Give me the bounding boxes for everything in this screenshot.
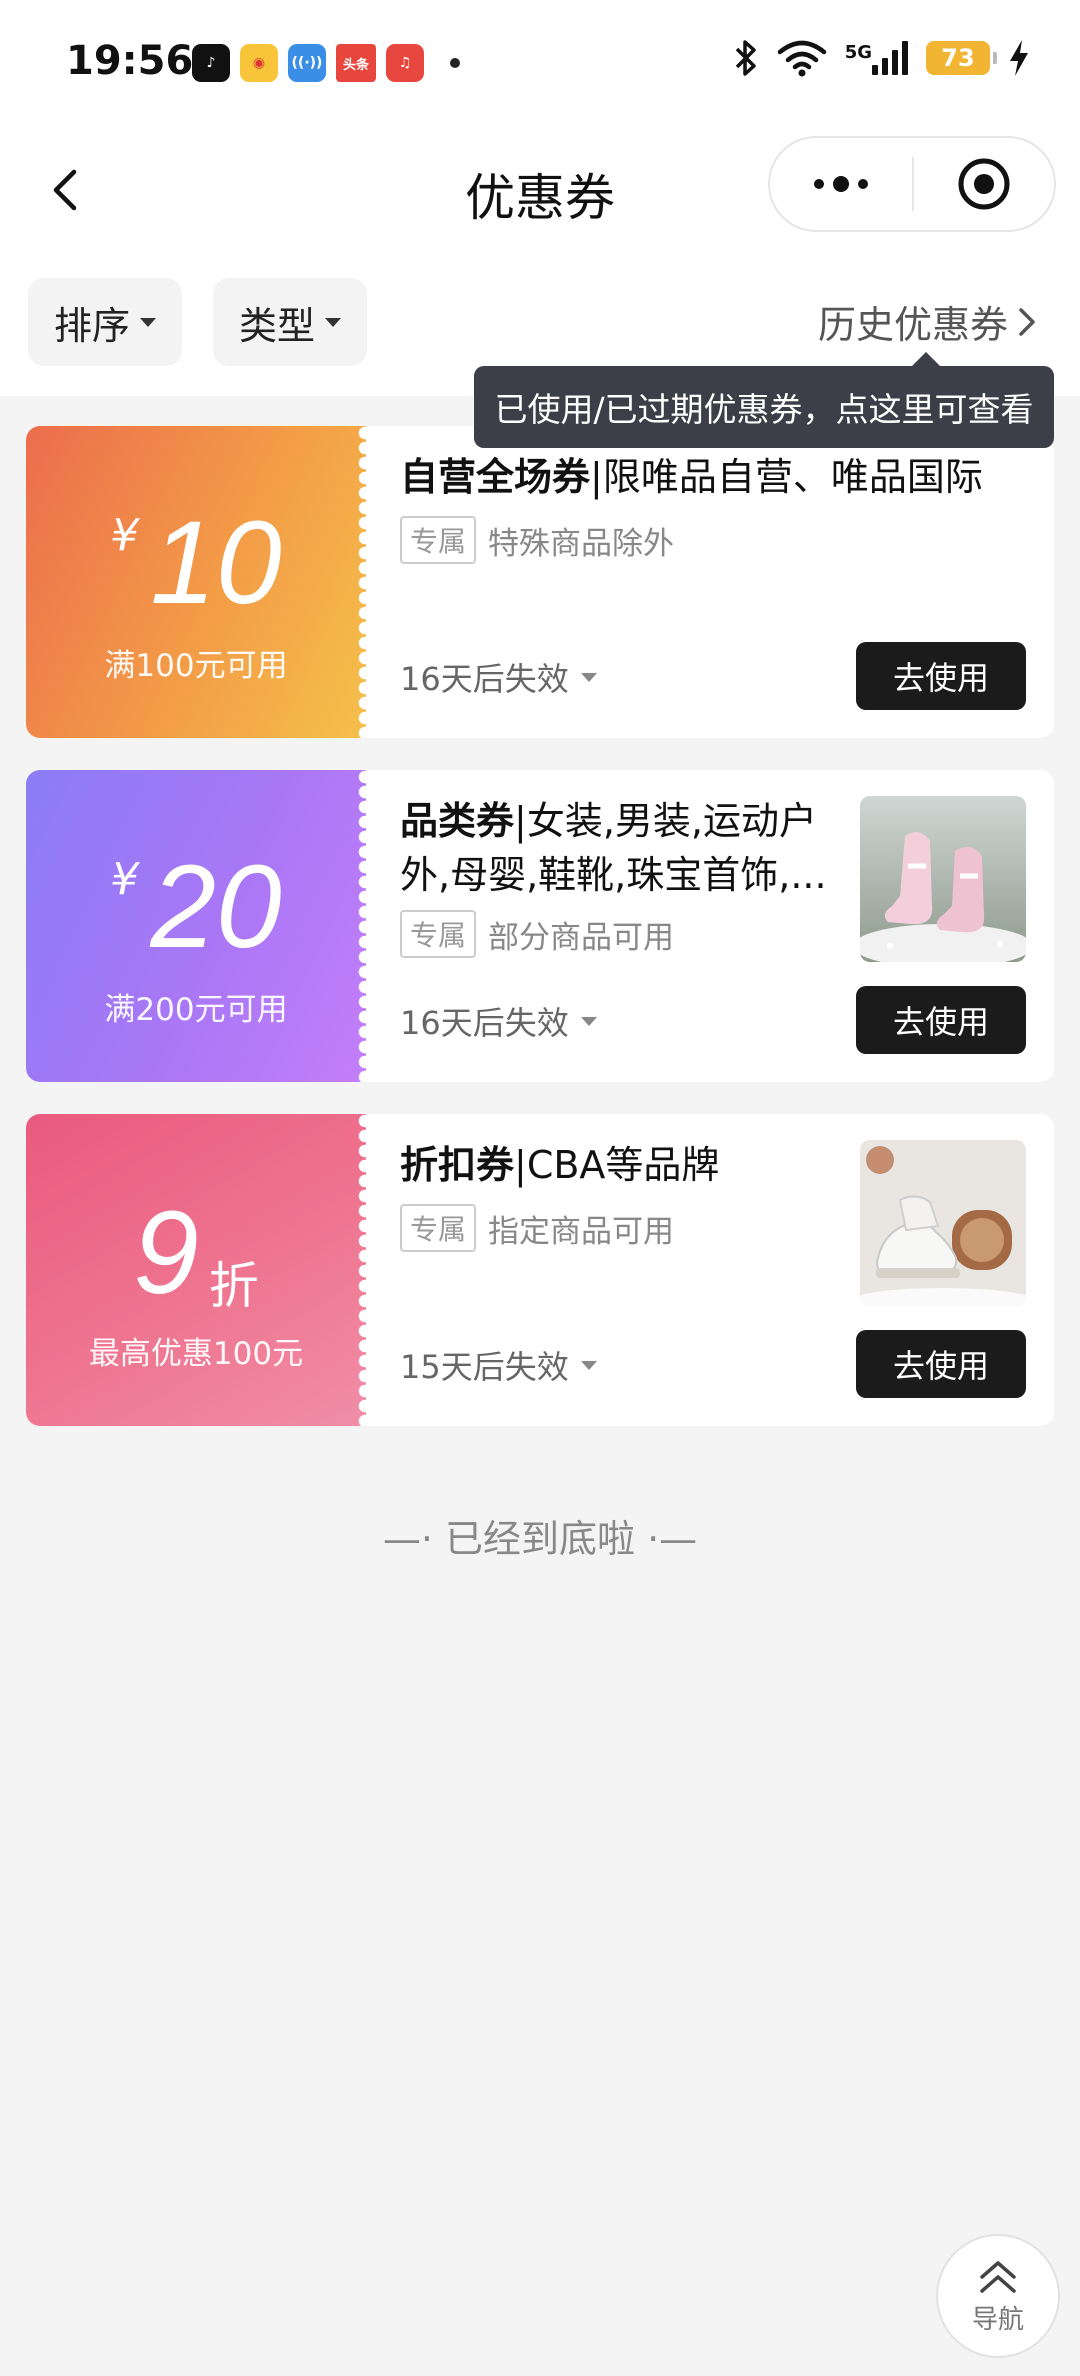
coupon-scope: 指定商品可用 <box>488 1213 675 1250</box>
history-label: 历史优惠券 <box>817 303 1008 347</box>
bluetooth-icon <box>735 40 756 76</box>
status-time: 19:56 <box>66 38 194 84</box>
radio-icon: ((·)) <box>288 44 326 82</box>
exclusive-tag: 专属 <box>400 1204 477 1252</box>
double-chevron-up-icon <box>980 2260 1016 2293</box>
end-of-list-text: —· 已经到底啦 ·— <box>382 1517 698 1561</box>
tooltip-text: 已使用/已过期优惠券，点这里可查看 <box>494 390 1034 429</box>
weibo-icon: ◉ <box>240 44 278 82</box>
coupon-amount: ¥ 20 <box>26 848 366 966</box>
type-label: 类型 <box>239 303 316 348</box>
charging-bolt-icon <box>1010 40 1028 76</box>
coupon-type: 品类券 <box>400 799 515 843</box>
product-thumbnail-boots[interactable] <box>860 796 1026 962</box>
sort-dropdown[interactable]: 排序 <box>28 278 183 366</box>
douyin-icon: ♪ <box>192 44 230 82</box>
coupon-card[interactable]: 9 折 最高优惠100元 折扣券|CBA等品牌 专属 指定商品可用 15天后失效… <box>26 1114 1054 1426</box>
wifi-icon <box>777 40 826 77</box>
coupon-scope: 部分商品可用 <box>488 919 675 956</box>
caret-down-icon <box>580 672 597 682</box>
expiry-text: 16天后失效 <box>400 660 569 698</box>
currency-symbol: ¥ <box>110 854 139 905</box>
coupon-condition: 最高优惠100元 <box>88 1336 304 1372</box>
coupon-condition: 满100元可用 <box>104 648 288 684</box>
coupon-expiry[interactable]: 16天后失效 <box>400 998 597 1044</box>
coupon-condition: 满200元可用 <box>104 992 288 1028</box>
coupon-title: 折扣券|CBA等品牌 <box>400 1138 830 1192</box>
caret-down-icon <box>580 1016 597 1026</box>
coupon-scope-title: |CBA等品牌 <box>514 1143 720 1187</box>
target-circle-icon <box>958 158 1010 210</box>
chevron-right-icon <box>1019 307 1035 336</box>
coupon-amount: 9 折 <box>26 1194 366 1318</box>
discount-unit: 折 <box>208 1257 259 1315</box>
expiry-text: 16天后失效 <box>400 1004 569 1042</box>
coupon-tag-row: 专属 特殊商品除外 <box>400 516 674 564</box>
coupon-tag-row: 专属 部分商品可用 <box>400 910 674 958</box>
network-type: 5G <box>844 42 872 63</box>
product-thumbnail-sneakers[interactable] <box>860 1140 1026 1306</box>
coupon-expiry[interactable]: 15天后失效 <box>400 1342 597 1388</box>
currency-symbol: ¥ <box>110 510 139 561</box>
coupon-tag-row: 专属 指定商品可用 <box>400 1204 674 1252</box>
sneakers-image <box>860 1140 1026 1306</box>
coupon-title: 自营全场券|限唯品自营、唯品国际 <box>400 450 1020 504</box>
coupon-title: 品类券|女装,男装,运动户外,母婴,鞋靴,珠宝首饰,... <box>400 794 830 902</box>
coupon-amount: ¥ 10 <box>26 504 366 622</box>
close-miniprogram-button[interactable] <box>914 138 1054 230</box>
battery-level: 73 <box>941 44 975 72</box>
coupon-value: 20 <box>150 841 282 973</box>
miniprogram-capsule <box>768 136 1056 232</box>
coupon-scope-title: |限唯品自营、唯品国际 <box>590 455 983 499</box>
coupon-value-panel: ¥ 20 满200元可用 <box>26 770 372 1082</box>
coupon-value-panel: ¥ 10 满100元可用 <box>26 426 372 738</box>
coupon-expiry[interactable]: 16天后失效 <box>400 654 597 700</box>
cellular-signal: 5G <box>845 41 908 75</box>
coupon-value-panel: 9 折 最高优惠100元 <box>26 1114 372 1426</box>
signal-bars-icon <box>872 41 908 75</box>
exclusive-tag: 专属 <box>400 516 477 564</box>
sort-label: 排序 <box>54 303 131 348</box>
coupon-scope: 特殊商品除外 <box>488 525 675 562</box>
caret-down-icon <box>580 1360 597 1370</box>
exclusive-tag: 专属 <box>400 910 477 958</box>
history-coupons-link[interactable]: 历史优惠券 <box>818 294 1038 349</box>
caret-down-icon <box>140 317 157 327</box>
toutiao-icon: 头条 <box>336 44 376 82</box>
nav-bar: 优惠券 <box>0 130 1080 250</box>
coupon-type: 折扣券 <box>400 1143 515 1187</box>
type-dropdown[interactable]: 类型 <box>213 278 368 366</box>
more-notifications-dot-icon <box>450 58 460 68</box>
use-coupon-button[interactable]: 去使用 <box>856 986 1026 1054</box>
fab-label: 导航 <box>971 2304 1024 2335</box>
coupon-value: 10 <box>150 497 282 629</box>
status-right: 5G 73 <box>733 38 1030 78</box>
notification-icons: ♪ ◉ ((·)) 头条 ♫ <box>192 44 460 82</box>
coupon-type: 自营全场券 <box>400 455 591 499</box>
use-coupon-button[interactable]: 去使用 <box>856 642 1026 710</box>
coupon-card[interactable]: ¥ 20 满200元可用 品类券|女装,男装,运动户外,母婴,鞋靴,珠宝首饰,.… <box>26 770 1054 1082</box>
more-options-button[interactable] <box>770 138 912 230</box>
expiry-text: 15天后失效 <box>400 1348 569 1386</box>
music-icon: ♫ <box>386 44 424 82</box>
caret-down-icon <box>325 317 342 327</box>
navigation-fab[interactable]: 导航 <box>936 2234 1060 2358</box>
history-tooltip[interactable]: 已使用/已过期优惠券，点这里可查看 <box>474 352 1054 448</box>
use-coupon-button[interactable]: 去使用 <box>856 1330 1026 1398</box>
battery-icon: 73 <box>926 41 997 75</box>
boots-image <box>860 796 1026 962</box>
coupon-card[interactable]: ¥ 10 满100元可用 自营全场券|限唯品自营、唯品国际 专属 特殊商品除外 … <box>26 426 1054 738</box>
status-bar: 19:56 ♪ ◉ ((·)) 头条 ♫ 5G 73 <box>0 0 1080 130</box>
more-dots-icon <box>814 176 868 192</box>
coupon-value: 9 <box>133 1187 199 1319</box>
